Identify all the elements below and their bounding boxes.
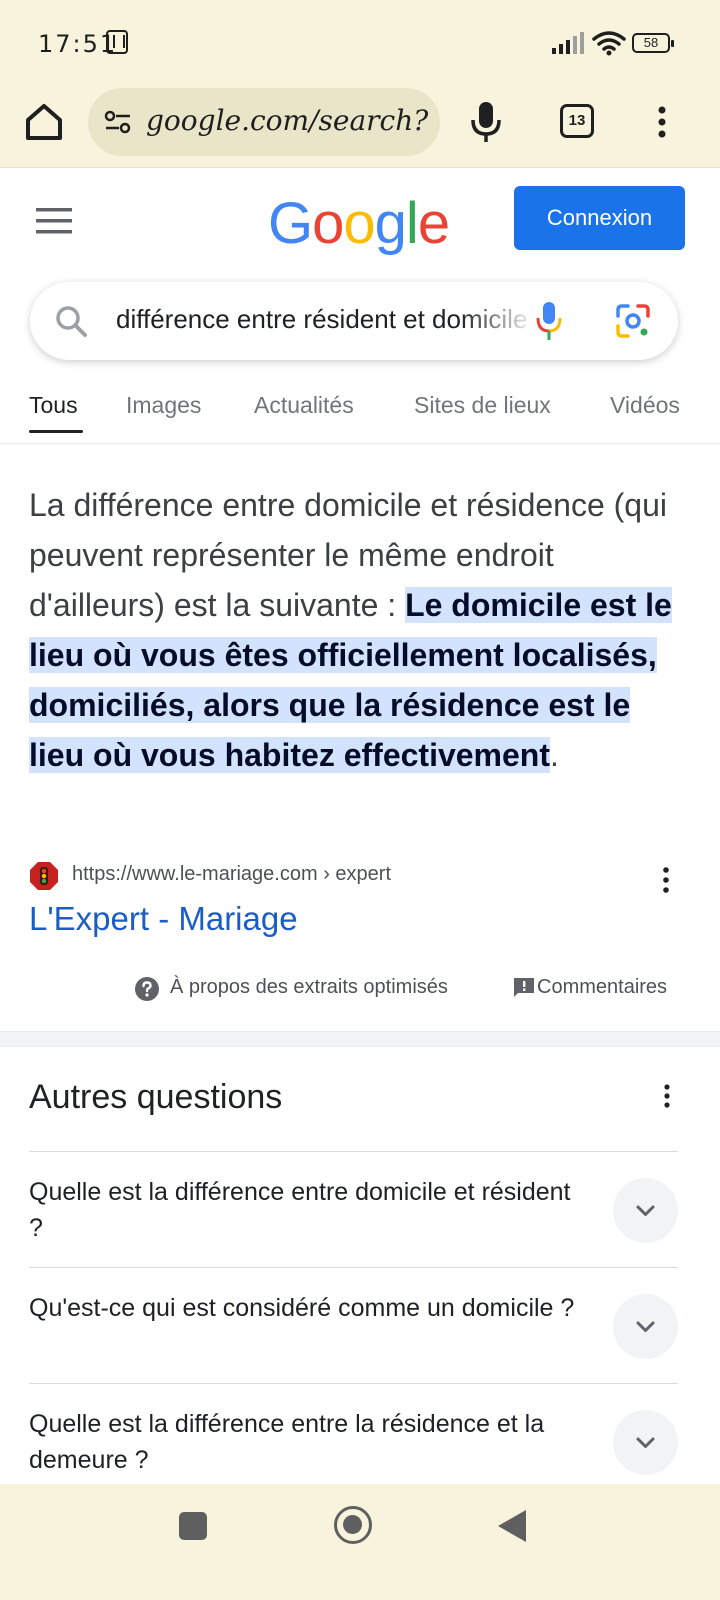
feedback-icon[interactable] <box>512 976 536 1000</box>
more-vert-icon[interactable] <box>660 866 672 894</box>
site-settings-icon[interactable] <box>104 108 132 136</box>
paa-question-text[interactable]: Qu'est-ce qui est considéré comme un dom… <box>29 1290 589 1326</box>
logo-letter: g <box>374 191 407 256</box>
url-text[interactable]: google.com/search?q= <box>146 104 428 137</box>
logo-letter: e <box>417 191 450 256</box>
chevron-down-icon <box>636 1437 655 1448</box>
nfc-icon <box>106 30 128 54</box>
search-tabs: Tous Images Actualités Sites de lieux Vi… <box>0 388 720 444</box>
google-lens-icon[interactable] <box>614 302 652 340</box>
tab-images[interactable]: Images <box>126 392 201 419</box>
snippet-end: . <box>550 737 559 773</box>
source-url[interactable]: https://www.le-mariage.com › expert <box>72 863 391 886</box>
paa-question[interactable]: Quelle est la différence entre domicile … <box>29 1151 678 1267</box>
search-input[interactable]: différence entre résident et domicile <box>116 304 536 335</box>
chevron-down-icon <box>636 1205 655 1216</box>
help-icon[interactable] <box>134 976 160 1002</box>
tab-videos[interactable]: Vidéos <box>610 392 680 419</box>
microphone-icon[interactable] <box>468 100 504 144</box>
source-title-link[interactable]: L'Expert - Mariage <box>29 900 298 938</box>
address-bar[interactable]: google.com/search?q= <box>88 88 440 156</box>
logo-letter: o <box>312 191 344 256</box>
tab-all[interactable]: Tous <box>29 392 78 419</box>
voice-search-icon[interactable] <box>534 300 564 342</box>
more-vert-icon[interactable] <box>661 1083 673 1109</box>
recent-apps-button[interactable] <box>179 1512 207 1540</box>
people-also-ask-title: Autres questions <box>29 1078 283 1116</box>
status-bar: 17:51 58 <box>0 0 720 88</box>
home-icon[interactable] <box>22 100 66 144</box>
logo-letter: G <box>268 191 313 256</box>
active-tab-indicator <box>29 430 83 433</box>
paa-question[interactable]: Qu'est-ce qui est considéré comme un dom… <box>29 1267 678 1383</box>
about-snippets-link[interactable]: À propos des extraits optimisés <box>170 976 448 999</box>
expand-button[interactable] <box>613 1410 678 1475</box>
paa-question-text[interactable]: Quelle est la différence entre domicile … <box>29 1174 589 1246</box>
paa-question[interactable]: Quelle est la différence entre la réside… <box>29 1383 678 1499</box>
paa-question-text[interactable]: Quelle est la différence entre la réside… <box>29 1406 589 1478</box>
system-nav-bar <box>0 1484 720 1600</box>
expand-button[interactable] <box>613 1178 678 1243</box>
search-icon <box>56 306 87 337</box>
back-button[interactable] <box>498 1510 526 1542</box>
wifi-icon <box>592 31 626 56</box>
browser-toolbar: google.com/search?q= 13 <box>0 88 720 168</box>
tab-places[interactable]: Sites de lieux <box>414 392 551 419</box>
featured-snippet-text: La différence entre domicile et résidenc… <box>29 480 689 780</box>
logo-letter: o <box>343 191 375 256</box>
more-vert-icon[interactable] <box>650 100 674 144</box>
google-logo[interactable]: Google <box>268 190 450 257</box>
chevron-down-icon <box>636 1321 655 1332</box>
feedback-link[interactable]: Commentaires <box>537 976 667 999</box>
battery-indicator: 58 <box>632 33 674 53</box>
logo-letter: l <box>405 191 419 256</box>
section-divider <box>0 1031 720 1047</box>
search-box[interactable]: différence entre résident et domicile <box>30 282 678 360</box>
menu-icon[interactable] <box>36 206 74 236</box>
expand-button[interactable] <box>613 1294 678 1359</box>
site-favicon-icon[interactable] <box>29 861 59 891</box>
signin-button[interactable]: Connexion <box>514 186 685 250</box>
home-button[interactable] <box>334 1506 372 1544</box>
tab-switcher-button[interactable]: 13 <box>560 104 594 138</box>
signal-icon <box>552 32 584 54</box>
tab-news[interactable]: Actualités <box>254 392 354 419</box>
